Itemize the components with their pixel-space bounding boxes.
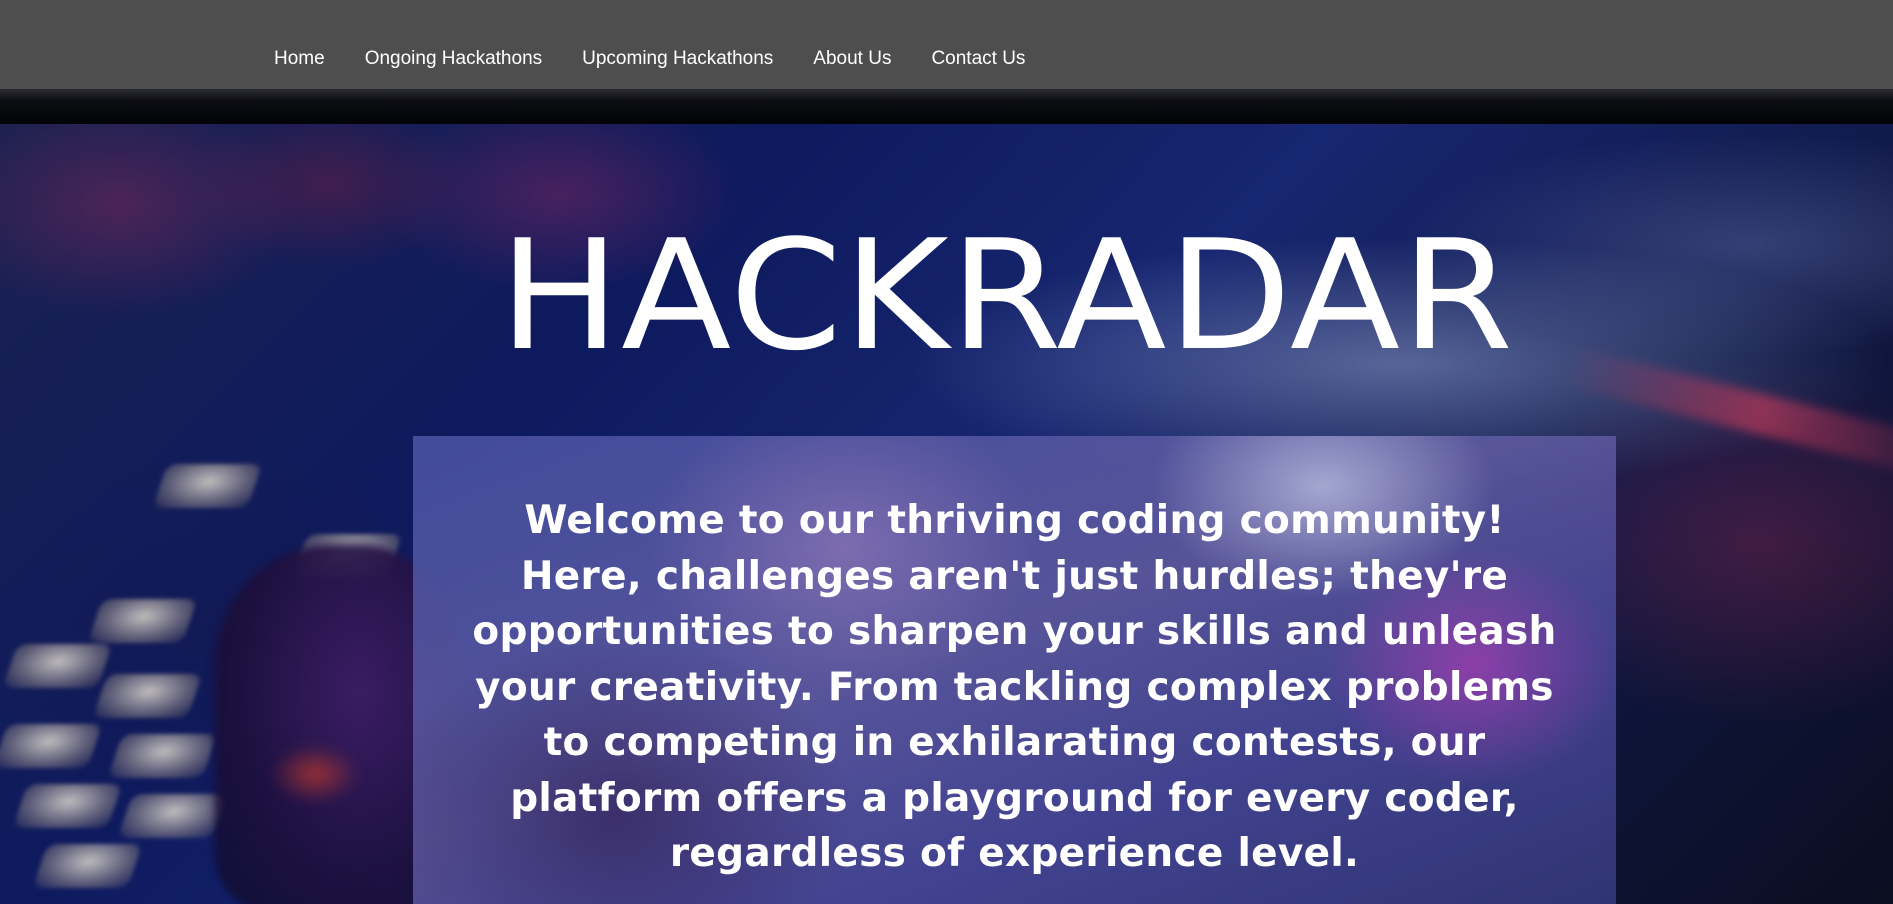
nav-link-home[interactable]: Home (274, 48, 325, 69)
hero-section: HACKRADAR Welcome to our thriving coding… (0, 124, 1893, 904)
nav-link-ongoing-hackathons[interactable]: Ongoing Hackathons (365, 48, 542, 69)
hero-title: HACKRADAR (498, 207, 1515, 384)
welcome-card: Welcome to our thriving coding community… (413, 436, 1616, 904)
top-navbar: Home Ongoing Hackathons Upcoming Hackath… (0, 0, 1893, 89)
header-shadow-band (0, 89, 1893, 125)
welcome-paragraph: Welcome to our thriving coding community… (472, 498, 1557, 876)
nav-link-upcoming-hackathons[interactable]: Upcoming Hackathons (582, 48, 773, 69)
nav-link-contact-us[interactable]: Contact Us (931, 48, 1025, 69)
nav-link-about-us[interactable]: About Us (813, 48, 891, 69)
nav-menu: Home Ongoing Hackathons Upcoming Hackath… (274, 47, 1065, 71)
